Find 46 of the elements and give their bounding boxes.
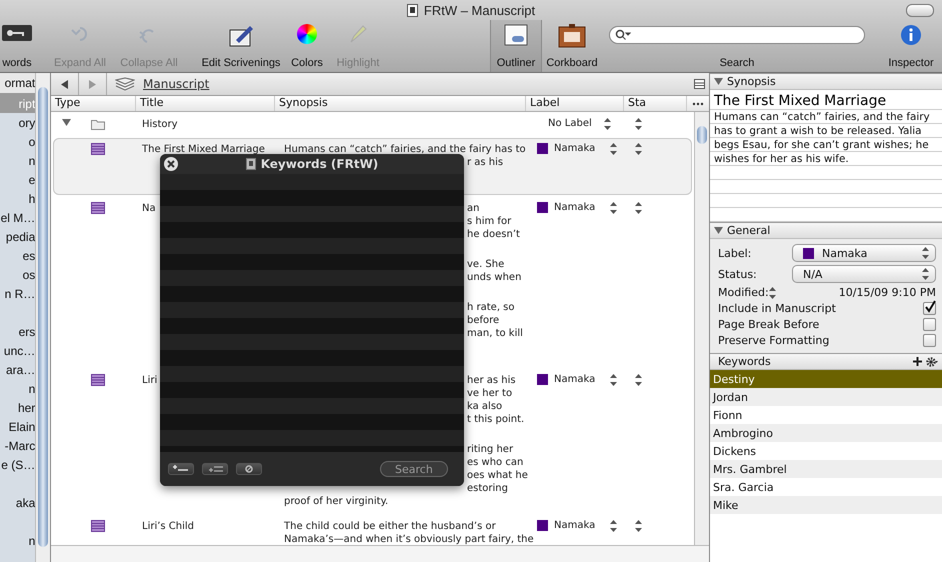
section-header: Keywords	[718, 355, 771, 368]
synopsis-text: unds when	[467, 271, 522, 284]
label-cell-text: Namaka	[554, 520, 596, 531]
label-cell-text: Namaka	[554, 143, 596, 154]
synopsis-text: es who can	[467, 456, 524, 469]
synopsis-text: r as his	[467, 156, 504, 169]
synopsis-text: before	[467, 314, 500, 327]
synopsis-text: he doesn’t	[467, 228, 520, 241]
title-cell: Liri	[142, 374, 158, 387]
option-label: Preserve Formatting	[718, 334, 830, 347]
section-header: General	[727, 224, 770, 237]
synopsis-text: ka also	[467, 400, 502, 413]
label-cell-text: Namaka	[554, 374, 596, 385]
synopsis-text: t this point.	[467, 413, 524, 426]
title-cell: Na	[142, 202, 156, 215]
label-cell-text: No Label	[548, 118, 593, 129]
synopsis-text: man, to kill	[467, 327, 523, 340]
field-label: Modified:	[718, 286, 769, 299]
synopsis-text: riting her	[467, 443, 514, 456]
panel-title: Keywords (FRtW)	[260, 157, 378, 171]
synopsis-text: an	[467, 202, 480, 215]
binder-header: ormat	[0, 73, 36, 94]
synopsis-text: ve her to	[467, 387, 512, 400]
synopsis-text: Namaka’s—and when it’s obviously part fairy, the	[284, 533, 534, 545]
synopsis-text: h rate, so	[467, 301, 515, 314]
title-cell: The First Mixed Marriage	[142, 143, 265, 156]
synopsis-text: The child could be either the husband’s or	[284, 520, 496, 533]
synopsis-text: proof of her virginity.	[284, 495, 388, 508]
field-label: Status:	[718, 268, 757, 280]
option-label: Page Break Before	[718, 318, 820, 331]
synopsis-text: Humans can “catch” fairies, and the fairy has to	[284, 143, 526, 156]
search-label: Search	[720, 57, 754, 69]
title-cell: History	[142, 118, 178, 131]
synopsis-text: s him for	[467, 215, 512, 228]
label-cell-text: Namaka	[554, 202, 596, 213]
window-title: FRtW – Manuscript	[424, 2, 536, 18]
section-header: Synopsis	[727, 75, 776, 88]
synopsis-text: ve. She	[467, 258, 504, 271]
synopsis-text: Humans can “catch” fairies, and the fairy has to grant a wish to be released. Yalia begs Esau, for she can’t grant wishes; he wishes for her as his wife.	[710, 110, 942, 222]
option-label: Include in Manuscript	[718, 302, 836, 315]
title-cell: Liri’s Child	[142, 520, 194, 533]
synopsis-text: estoring	[467, 482, 508, 495]
synopsis-text: oes what he	[467, 469, 528, 482]
modified-date: 10/15/09 9:10 PM	[838, 286, 936, 299]
synopsis-text: her as his	[467, 374, 516, 387]
field-label: Label:	[718, 246, 752, 260]
